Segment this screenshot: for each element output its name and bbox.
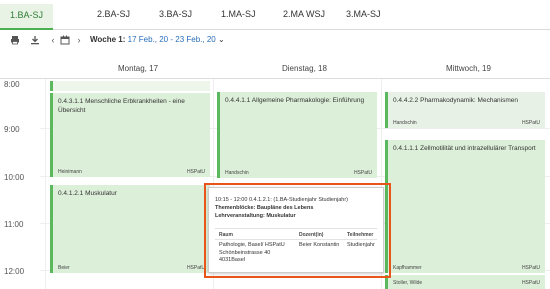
event-location: HSPatU [353, 170, 372, 176]
tab-label: 1.BA-SJ [10, 10, 44, 20]
calendar-event[interactable]: Stoller, Wilde HSPatU [385, 275, 545, 289]
calendar-event[interactable]: 0.4.1.2.1 Muskulatur Beier HSPatU [50, 185, 210, 273]
tab-3ba-sj[interactable]: 3.BA-SJ [159, 9, 192, 19]
time-label: 12:00 [4, 267, 25, 276]
time-label: 11:00 [4, 220, 24, 229]
tab-bar: 1.BA-SJ 2.BA-SJ 3.BA-SJ 1.MA-SJ 2.MA WSJ… [0, 0, 550, 30]
calendar-event[interactable]: 0.4.4.2.2 Pharmakodynamik: Mechanismen H… [385, 92, 545, 128]
download-icon[interactable] [30, 35, 40, 45]
event-location: HSPatU [521, 280, 540, 286]
chevron-left-icon[interactable]: ‹ [48, 35, 58, 45]
event-location: HSPatU [186, 265, 205, 271]
event-lecturer: Beier [58, 265, 70, 271]
calendar-event-hidden[interactable] [50, 81, 210, 91]
day-header-wednesday: Mittwoch, 19 [446, 64, 491, 73]
event-location: HSPatU [521, 120, 540, 126]
tab-3ma-sj[interactable]: 3.MA-SJ [346, 9, 381, 19]
event-location: HSPatU [186, 169, 205, 175]
event-lecturer: Handschin [225, 170, 249, 176]
time-label: 8:00 [4, 80, 20, 89]
day-header-tuesday: Dienstag, 18 [282, 64, 327, 73]
week-range: 17 Feb., 20 - 23 Feb., 20 [127, 35, 216, 44]
calendar-icon[interactable] [60, 35, 70, 45]
calendar-event[interactable]: 0.4.1.1.1 Zellmotilität und intrazellulä… [385, 140, 545, 273]
event-title: 0.4.3.1.1 Menschliche Erbkrankheiten - e… [58, 98, 185, 114]
chevron-right-icon[interactable]: › [74, 35, 84, 45]
event-lecturer: Handschin [393, 120, 417, 126]
day-header-monday: Montag, 17 [118, 64, 159, 73]
event-location: HSPatU [521, 265, 540, 271]
tab-2ba-sj[interactable]: 2.BA-SJ [97, 9, 130, 19]
time-label: 10:00 [4, 173, 25, 182]
toolbar: ‹ › Woche 1: 17 Feb., 20 - 23 Feb., 20 ⌄ [0, 32, 550, 50]
event-lecturer: Kapfhammer [393, 265, 422, 271]
tab-1ba-sj[interactable]: 1.BA-SJ [0, 4, 54, 30]
chevron-down-icon: ⌄ [217, 35, 225, 44]
column-divider [45, 79, 46, 289]
day-header-row: Montag, 17 Dienstag, 18 Mittwoch, 19 [0, 57, 550, 79]
tab-2ma-wsj[interactable]: 2.MA WSJ [283, 9, 325, 19]
event-title: 0.4.4.2.2 Pharmakodynamik: Mechanismen [393, 97, 519, 104]
highlight-box [204, 183, 391, 278]
calendar-event[interactable]: 0.4.3.1.1 Menschliche Erbkrankheiten - e… [50, 93, 210, 177]
calendar-event[interactable]: 0.4.4.1.1 Allgemeine Pharmakologie: Einf… [217, 92, 377, 178]
week-selector[interactable]: Woche 1: 17 Feb., 20 - 23 Feb., 20 ⌄ [90, 35, 225, 44]
week-label: Woche 1: [90, 35, 126, 44]
event-title: 0.4.4.1.1 Allgemeine Pharmakologie: Einf… [225, 97, 365, 104]
printer-icon[interactable] [10, 35, 20, 45]
time-label: 9:00 [4, 125, 20, 134]
event-lecturer: Heinimann [58, 169, 82, 175]
event-title: 0.4.1.1.1 Zellmotilität und intrazellulä… [393, 145, 536, 152]
tab-1ma-sj[interactable]: 1.MA-SJ [221, 9, 256, 19]
event-lecturer: Stoller, Wilde [393, 280, 423, 286]
event-title: 0.4.1.2.1 Muskulatur [58, 190, 117, 197]
